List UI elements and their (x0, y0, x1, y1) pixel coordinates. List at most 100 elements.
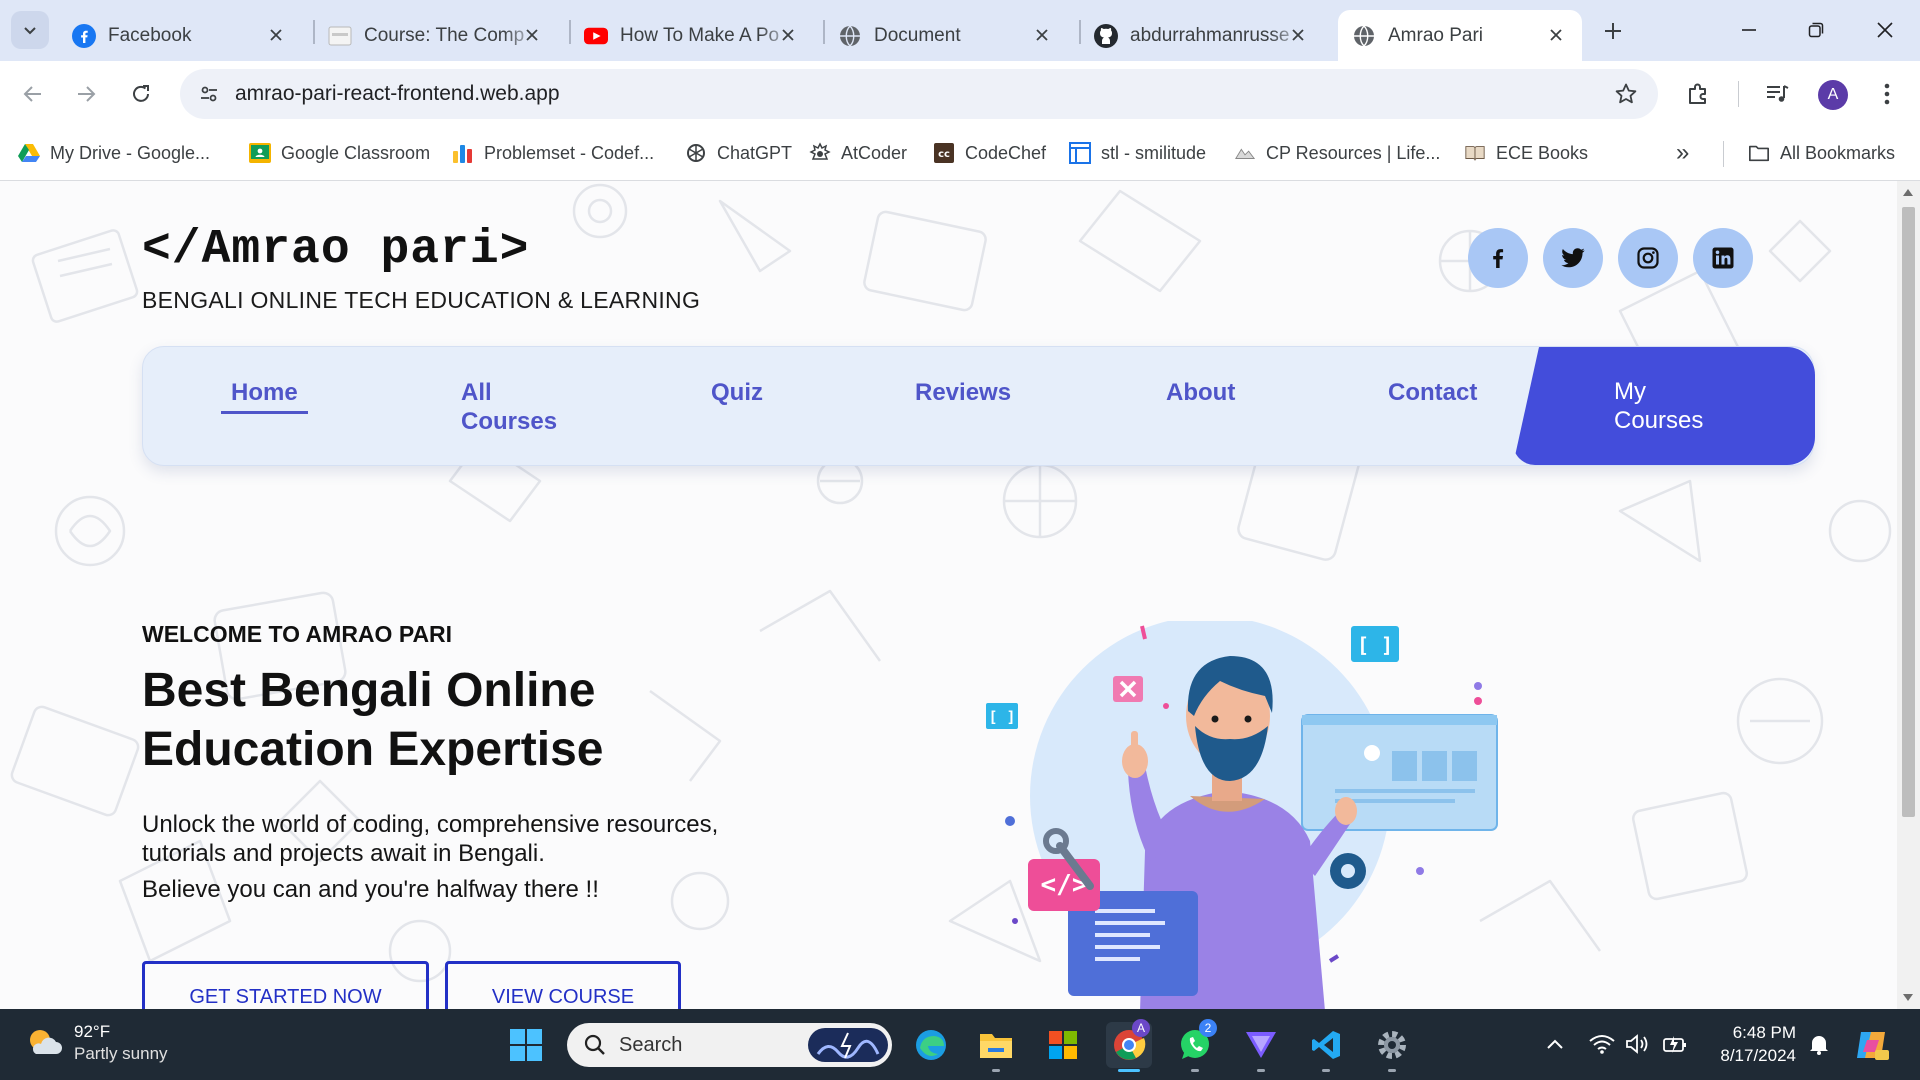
bookmark-chatgpt[interactable]: ChatGPT (685, 138, 792, 168)
restore-button[interactable] (1793, 10, 1839, 50)
wifi-status[interactable] (1587, 1029, 1617, 1059)
tab-search-button[interactable] (11, 11, 49, 49)
tab-title: Facebook (108, 24, 192, 46)
kebab-menu-icon (1884, 83, 1890, 105)
toolbar-divider (1738, 81, 1739, 107)
bookmark-google-classroom[interactable]: Google Classroom (249, 138, 430, 168)
battery-status[interactable] (1660, 1029, 1690, 1059)
bookmark-label: ChatGPT (717, 142, 793, 163)
nav-all-courses[interactable]: All Courses (461, 378, 557, 436)
browser-menu-button[interactable] (1868, 75, 1906, 113)
tab-title: Document (874, 24, 961, 46)
all-bookmarks-button[interactable]: All Bookmarks (1748, 138, 1895, 168)
bookmark-star-icon[interactable] (1612, 80, 1640, 108)
facebook-icon (1493, 249, 1504, 268)
facebook-icon (72, 23, 96, 48)
bookmarks-bar: My Drive - Google... Google Classroom Pr… (0, 127, 1920, 181)
bookmark-label: CP Resources | Life... (1266, 142, 1441, 163)
taskbar-edge[interactable] (908, 1022, 954, 1068)
tab-close-icon[interactable] (776, 23, 800, 47)
tab-course[interactable]: Course: The Comp (314, 10, 558, 61)
developer-illustration: </> [ ] [ ] (986, 621, 1498, 1009)
twitter-icon (1561, 248, 1585, 268)
nav-about[interactable]: About (1166, 378, 1235, 407)
back-button[interactable] (14, 75, 52, 113)
taskbar-file-explorer[interactable] (973, 1022, 1019, 1068)
tab-amrao-pari[interactable]: Amrao Pari (1338, 10, 1582, 61)
facebook-link[interactable] (1468, 228, 1528, 288)
system-clock[interactable]: 6:48 PM 8/17/2024 (1712, 1021, 1796, 1067)
weather-widget[interactable]: 92°F Partly sunny (26, 1021, 168, 1065)
close-window-button[interactable] (1862, 10, 1908, 50)
tab-youtube[interactable]: How To Make A Po (570, 10, 814, 61)
youtube-icon (584, 24, 608, 48)
tab-close-icon[interactable] (264, 23, 288, 47)
bookmark-ece-books[interactable]: ECE Books (1464, 138, 1588, 168)
tab-facebook[interactable]: Facebook (58, 10, 302, 61)
course-site-icon (328, 24, 352, 48)
url-text[interactable]: amrao-pari-react-frontend.web.app (235, 82, 560, 106)
new-tab-button[interactable] (1596, 14, 1630, 48)
vscode-icon (1312, 1031, 1340, 1059)
linkedin-link[interactable] (1693, 228, 1753, 288)
tab-document[interactable]: Document (824, 10, 1068, 61)
address-bar[interactable]: amrao-pari-react-frontend.web.app (180, 69, 1658, 119)
tab-close-icon[interactable] (1030, 23, 1054, 47)
tab-github[interactable]: abdurrahmanrusse (1080, 10, 1324, 61)
web-page: </Amrao pari> BENGALI ONLINE TECH EDUCAT… (0, 181, 1897, 1009)
minimize-button[interactable] (1726, 10, 1772, 50)
triangle-app-icon (1246, 1032, 1276, 1058)
tab-close-icon[interactable] (520, 23, 544, 47)
bookmarks-overflow-button[interactable]: » (1676, 138, 1689, 168)
show-hidden-icons[interactable] (1540, 1029, 1570, 1059)
site-info-icon[interactable] (194, 79, 224, 109)
nav-reviews[interactable]: Reviews (915, 378, 1011, 407)
instagram-link[interactable] (1618, 228, 1678, 288)
reload-button[interactable] (122, 75, 160, 113)
search-placeholder: Search (619, 1033, 683, 1056)
taskbar-store[interactable] (1040, 1022, 1086, 1068)
media-control-button[interactable] (1758, 75, 1796, 113)
taskbar-search[interactable]: Search (567, 1023, 892, 1067)
classroom-icon (249, 142, 271, 164)
bookmark-stl-smilitude[interactable]: stl - smilitude (1069, 138, 1206, 168)
hero-motto: Believe you can and you're halfway there… (142, 876, 599, 903)
bookmark-atcoder[interactable]: AtCoder (809, 138, 907, 168)
forward-button[interactable] (67, 75, 105, 113)
notifications-button[interactable] (1804, 1029, 1834, 1059)
taskbar-app-triangle[interactable] (1238, 1022, 1284, 1068)
nav-my-courses-label[interactable]: My Courses (1614, 377, 1734, 435)
tab-close-icon[interactable] (1286, 23, 1310, 47)
scrollbar-thumb[interactable] (1902, 207, 1915, 817)
bookmark-my-drive[interactable]: My Drive - Google... (18, 138, 210, 168)
bookmark-label: ECE Books (1496, 142, 1589, 163)
extensions-button[interactable] (1679, 75, 1717, 113)
volume-status[interactable] (1623, 1029, 1653, 1059)
google-drive-icon (18, 142, 40, 164)
tab-close-icon[interactable] (1544, 23, 1568, 47)
view-course-button[interactable]: VIEW COURSE (445, 961, 681, 1009)
nav-contact[interactable]: Contact (1388, 378, 1477, 407)
taskbar-settings[interactable] (1369, 1022, 1415, 1068)
search-highlight-image (808, 1028, 888, 1062)
hero-description-line1: Unlock the world of coding, comprehensiv… (142, 811, 719, 838)
scroll-down-arrow[interactable] (1903, 994, 1913, 1001)
taskbar-vscode[interactable] (1303, 1022, 1349, 1068)
nav-quiz[interactable]: Quiz (711, 378, 763, 407)
nav-home[interactable]: Home (221, 378, 308, 414)
page-scrollbar[interactable] (1897, 181, 1920, 1009)
bookmark-label: stl - smilitude (1101, 142, 1207, 163)
start-button[interactable] (503, 1022, 549, 1068)
bookmark-cp-resources[interactable]: CP Resources | Life... (1234, 138, 1440, 168)
bookmark-label: Problemset - Codef... (484, 142, 655, 163)
codeforces-icon (452, 142, 474, 164)
bookmark-codeforces[interactable]: Problemset - Codef... (452, 138, 654, 168)
scroll-up-arrow[interactable] (1903, 189, 1913, 196)
get-started-button[interactable]: GET STARTED NOW (142, 961, 429, 1009)
bookmark-codechef[interactable]: cc CodeChef (933, 138, 1046, 168)
taskbar-copilot[interactable] (1850, 1022, 1896, 1068)
site-logo[interactable]: </Amrao pari> (142, 223, 529, 277)
profile-avatar[interactable]: A (1818, 80, 1848, 110)
windows-icon (510, 1029, 542, 1061)
twitter-link[interactable] (1543, 228, 1603, 288)
